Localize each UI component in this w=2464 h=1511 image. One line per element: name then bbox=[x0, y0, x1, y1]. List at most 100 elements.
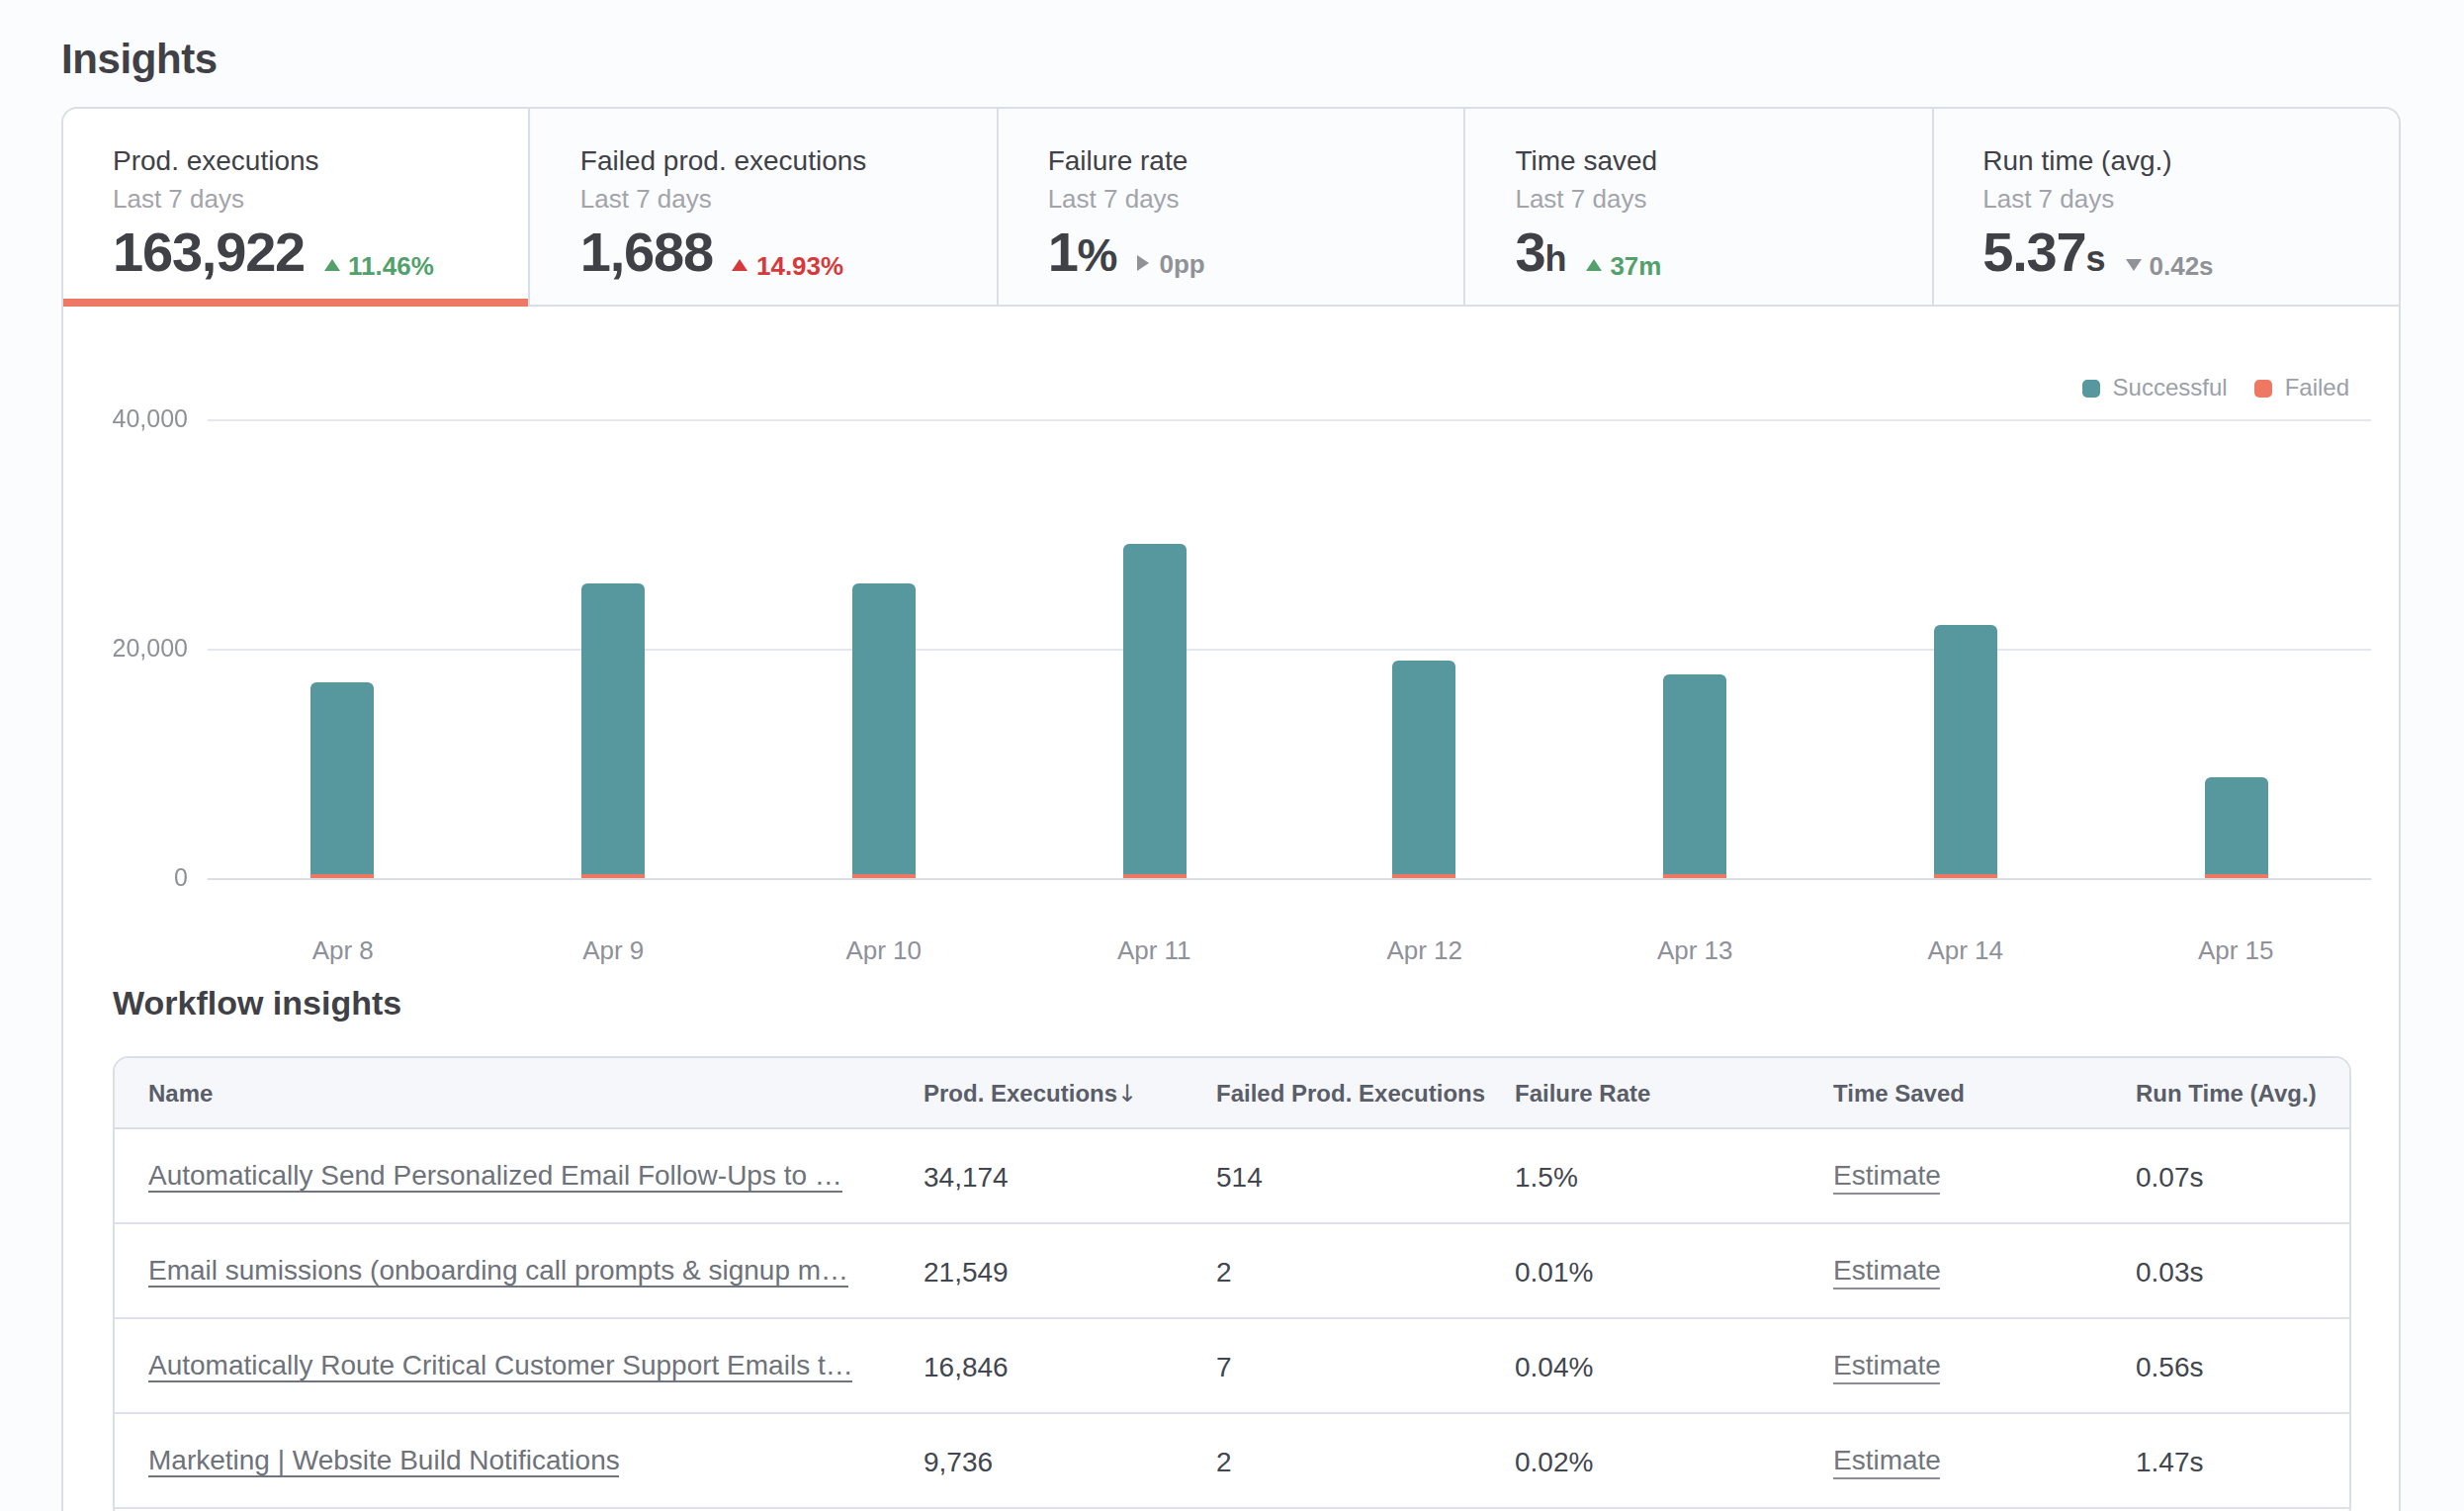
trend-up-icon bbox=[733, 259, 748, 271]
metric-card-period: Last 7 days bbox=[1982, 184, 2371, 214]
metric-card-value: 1,688 bbox=[580, 231, 713, 275]
time-saved-cell: Estimate bbox=[1800, 1253, 2102, 1289]
bar-segment-successful bbox=[581, 583, 645, 874]
failure-rate-cell: 0.04% bbox=[1481, 1350, 1800, 1381]
metric-card-unit: h bbox=[1544, 239, 1566, 279]
metric-card-label: Prod. executions bbox=[113, 144, 501, 178]
estimate-link[interactable]: Estimate bbox=[1833, 1443, 1941, 1478]
workflow-name-link[interactable]: Automatically Send Personalized Email Fo… bbox=[148, 1161, 842, 1193]
metric-card-value: 1% bbox=[1048, 231, 1118, 277]
metric-card-failed-prod-executions[interactable]: Failed prod. executions Last 7 days 1,688 1… bbox=[531, 109, 999, 305]
chart-x-axis-line bbox=[208, 878, 2371, 880]
bar-segment-failed bbox=[581, 874, 645, 878]
metric-card-period: Last 7 days bbox=[580, 184, 969, 214]
metric-card-label: Failed prod. executions bbox=[580, 144, 969, 178]
metric-cards-row: Prod. executions Last 7 days 163,922 11.46%… bbox=[63, 109, 2399, 307]
metric-card-unit: % bbox=[1078, 229, 1118, 281]
estimate-link[interactable]: Estimate bbox=[1833, 1158, 1941, 1194]
failed-prod-executions-cell: 7 bbox=[1183, 1350, 1481, 1381]
executions-bar-chart: SuccessfulFailed020,00040,000Apr 8Apr 9A… bbox=[63, 307, 2399, 979]
bar-segment-failed bbox=[1934, 874, 1997, 878]
failure-rate-cell: 0.02% bbox=[1481, 1445, 1800, 1476]
metric-card-run-time-avg[interactable]: Run time (avg.) Last 7 days 5.37s0.42s bbox=[1933, 109, 2399, 305]
metric-card-delta: 37m bbox=[1610, 250, 1661, 280]
metric-card-value-row: 163,922 11.46% bbox=[113, 231, 501, 280]
workflow-insights-title: Workflow insights bbox=[113, 987, 2399, 1022]
metric-card-time-saved[interactable]: Time saved Last 7 days 3h 37m bbox=[1465, 109, 1933, 305]
metric-card-period: Last 7 days bbox=[113, 184, 501, 214]
metric-card-trend: 0pp bbox=[1138, 248, 1205, 278]
metric-card-period: Last 7 days bbox=[1515, 184, 1903, 214]
page-title: Insights bbox=[61, 34, 218, 83]
bar-segment-failed bbox=[852, 874, 916, 878]
bar-slot-apr-10 bbox=[748, 583, 1019, 878]
run-time-cell: 1.47s bbox=[2102, 1445, 2349, 1476]
workflow-row: Marketing | Website Build Notifications9… bbox=[115, 1414, 2349, 1509]
workflow-row: Email sumissions (onboarding call prompt… bbox=[115, 1224, 2349, 1319]
bar-segment-successful bbox=[1663, 674, 1726, 874]
metric-card-delta: 14.93% bbox=[756, 250, 843, 280]
column-header-failed-prod-executions[interactable]: Failed Prod. Executions bbox=[1183, 1079, 1481, 1107]
column-header-label: Failed Prod. Executions bbox=[1216, 1079, 1485, 1107]
x-axis-tick-label: Apr 13 bbox=[1560, 935, 1831, 965]
trend-up-icon bbox=[324, 259, 340, 271]
workflow-name-cell: Email sumissions (onboarding call prompt… bbox=[115, 1254, 890, 1289]
run-time-cell: 0.03s bbox=[2102, 1255, 2349, 1287]
trend-flat-icon bbox=[1138, 255, 1150, 271]
metric-card-prod-executions[interactable]: Prod. executions Last 7 days 163,922 11.46% bbox=[63, 109, 531, 305]
workflow-name-cell: Marketing | Website Build Notifications bbox=[115, 1444, 890, 1478]
bar-apr-15 bbox=[2204, 777, 2267, 878]
column-header-label: Failure Rate bbox=[1515, 1079, 1650, 1107]
bar-segment-successful bbox=[1393, 661, 1456, 874]
workflow-name-cell: Automatically Route Critical Customer Su… bbox=[115, 1349, 890, 1383]
table-header-row: NameProd. Executions↓Failed Prod. Execut… bbox=[115, 1058, 2349, 1129]
x-axis-tick-label: Apr 11 bbox=[1019, 935, 1290, 965]
chart-bars bbox=[208, 307, 2371, 878]
failure-rate-cell: 1.5% bbox=[1481, 1160, 1800, 1192]
column-header-prod-executions[interactable]: Prod. Executions↓ bbox=[890, 1079, 1183, 1107]
trend-up-icon bbox=[1586, 259, 1602, 271]
workflow-name-link[interactable]: Automatically Route Critical Customer Su… bbox=[148, 1351, 853, 1382]
workflow-name-link[interactable]: Email sumissions (onboarding call prompt… bbox=[148, 1256, 848, 1288]
prod-executions-cell: 34,174 bbox=[890, 1160, 1183, 1192]
estimate-link[interactable]: Estimate bbox=[1833, 1348, 1941, 1383]
table-body: Automatically Send Personalized Email Fo… bbox=[115, 1129, 2349, 1509]
metric-card-value-row: 5.37s0.42s bbox=[1982, 231, 2371, 281]
y-axis-tick-label: 40,000 bbox=[63, 405, 188, 433]
column-header-run-time-avg[interactable]: Run Time (Avg.) bbox=[2102, 1079, 2349, 1107]
failed-prod-executions-cell: 2 bbox=[1183, 1445, 1481, 1476]
metric-card-value: 163,922 bbox=[113, 231, 305, 275]
column-header-name[interactable]: Name bbox=[115, 1079, 890, 1107]
workflow-name-link[interactable]: Marketing | Website Build Notifications bbox=[148, 1446, 620, 1477]
y-axis-tick-label: 20,000 bbox=[63, 635, 188, 663]
column-header-time-saved[interactable]: Time Saved bbox=[1800, 1079, 2102, 1107]
column-header-label: Run Time (Avg.) bbox=[2136, 1079, 2317, 1107]
bar-apr-9 bbox=[581, 583, 645, 878]
metric-card-delta: 0pp bbox=[1160, 248, 1205, 278]
bar-apr-8 bbox=[311, 682, 375, 878]
metric-card-delta: 11.46% bbox=[348, 250, 434, 280]
metric-card-label: Time saved bbox=[1515, 144, 1903, 178]
time-saved-cell: Estimate bbox=[1800, 1348, 2102, 1384]
y-axis-tick-label: 0 bbox=[63, 864, 188, 892]
insights-page: Insights Prod. executions Last 7 days 163,… bbox=[0, 0, 2464, 1511]
metric-card-value: 5.37s bbox=[1982, 231, 2105, 281]
column-header-failure-rate[interactable]: Failure Rate bbox=[1481, 1079, 1800, 1107]
bar-slot-apr-15 bbox=[2101, 777, 2372, 878]
x-axis-tick-label: Apr 8 bbox=[208, 935, 479, 965]
bar-slot-apr-9 bbox=[479, 583, 749, 878]
column-header-label: Name bbox=[148, 1079, 213, 1107]
metric-card-failure-rate[interactable]: Failure rateLast 7 days1%0pp bbox=[999, 109, 1466, 305]
x-axis-tick-label: Apr 14 bbox=[1830, 935, 2101, 965]
bar-segment-failed bbox=[2204, 874, 2267, 878]
trend-down-icon bbox=[2126, 259, 2142, 271]
bar-segment-successful bbox=[311, 682, 375, 874]
estimate-link[interactable]: Estimate bbox=[1833, 1253, 1941, 1289]
bar-slot-apr-14 bbox=[1830, 625, 2101, 878]
metric-card-value: 3h bbox=[1515, 231, 1566, 281]
failed-prod-executions-cell: 2 bbox=[1183, 1255, 1481, 1287]
metric-card-label: Run time (avg.) bbox=[1982, 144, 2371, 178]
bar-segment-failed bbox=[1393, 874, 1456, 878]
x-axis-tick-label: Apr 10 bbox=[748, 935, 1019, 965]
bar-apr-12 bbox=[1393, 661, 1456, 878]
